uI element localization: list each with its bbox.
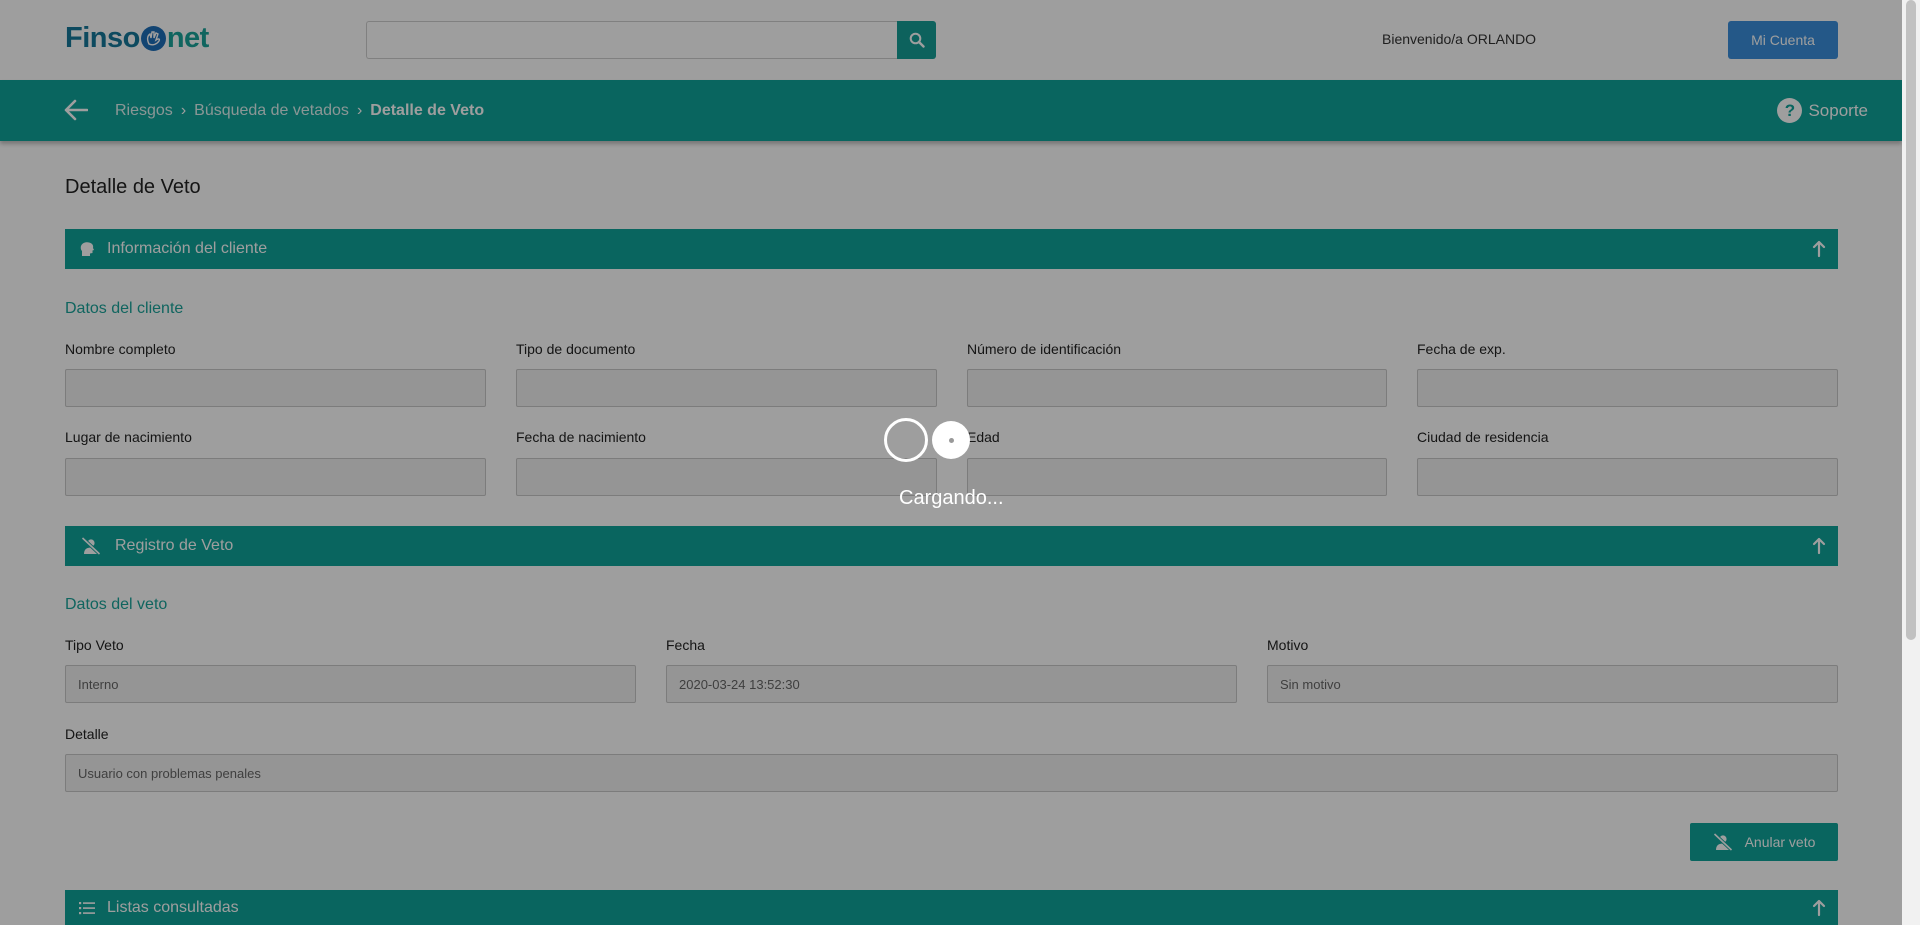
loading-overlay — [0, 0, 1920, 925]
loading-spinner — [884, 418, 974, 462]
scrollbar-thumb[interactable] — [1906, 0, 1916, 640]
spinner-ring — [884, 418, 928, 462]
spinner-ball — [932, 421, 970, 459]
loading-text: Cargando... — [899, 487, 1004, 509]
